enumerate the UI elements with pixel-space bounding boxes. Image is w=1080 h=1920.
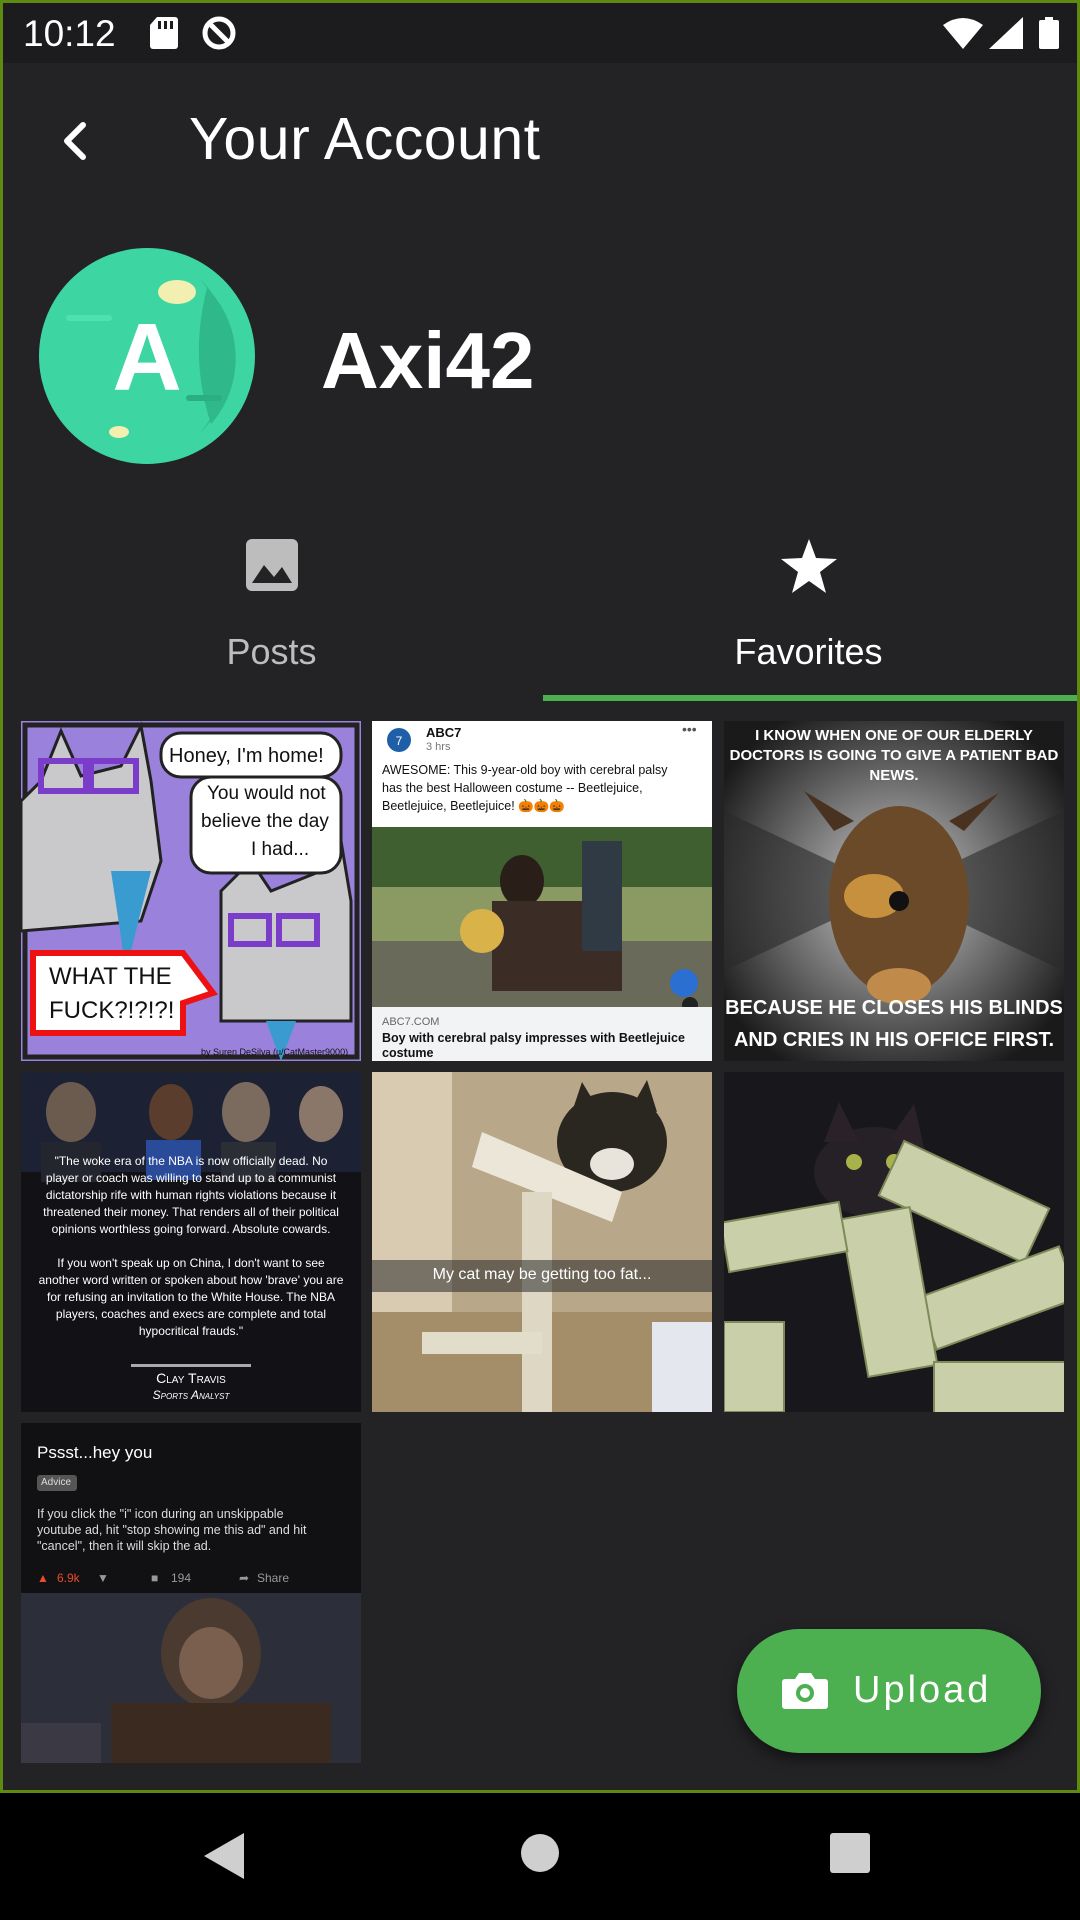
favorite-tile[interactable]: Pssst...hey you Advice If you click the … xyxy=(21,1423,361,1763)
tab-label: Favorites xyxy=(734,631,883,672)
comment-count: 194 xyxy=(171,1571,192,1585)
comic-speech: Honey, I'm home! xyxy=(169,745,324,767)
cat-money-photo xyxy=(724,1072,1064,1412)
favorite-tile[interactable]: 7 ABC7 3 hrs ••• AWESOME: This 9-year-ol… xyxy=(372,721,712,1061)
link-title: Boy with cerebral palsy impresses with B… xyxy=(382,1031,685,1045)
status-time: 10:12 xyxy=(23,13,116,54)
nav-home-button[interactable] xyxy=(520,1833,560,1878)
app-bar: Your Account xyxy=(3,63,1077,213)
reddit-post-image xyxy=(21,1423,361,1763)
page-title: Your Account xyxy=(189,106,541,172)
quote-line: "The woke era of the NBA is now official… xyxy=(54,1154,328,1168)
quote-background-photo xyxy=(21,1072,361,1367)
system-navigation-bar xyxy=(0,1793,1080,1920)
quote-line: If you won't speak up on China, I don't … xyxy=(57,1256,325,1270)
quote-author-title: Sports Analyst xyxy=(152,1388,230,1402)
post-text: AWESOME: This 9-year-old boy with cerebr… xyxy=(382,763,668,777)
cellular-signal-icon xyxy=(989,17,1023,54)
link-title: costume xyxy=(382,1046,434,1060)
meme-top-text: NEWS. xyxy=(869,767,919,784)
comment-icon: ■ xyxy=(151,1571,159,1585)
link-domain: ABC7.COM xyxy=(382,1016,440,1028)
post-body: youtube ad, hit "stop showing me this ad… xyxy=(37,1523,307,1537)
star-icon xyxy=(779,537,839,600)
post-title: Pssst...hey you xyxy=(37,1443,153,1462)
avatar: A xyxy=(39,248,255,464)
avatar-letter: A xyxy=(112,304,181,411)
post-body: "cancel", then it will skip the ad. xyxy=(37,1539,212,1553)
image-icon xyxy=(244,537,300,598)
app-screen: 10:12 Your Account A Axi42 Posts Favorit… xyxy=(0,0,1080,1793)
comic-speech: believe the day xyxy=(201,811,329,832)
nav-recents-button[interactable] xyxy=(830,1833,870,1878)
post-text: has the best Halloween costume -- Beetle… xyxy=(382,781,643,795)
comic-speech: WHAT THE xyxy=(49,963,172,990)
nav-back-button[interactable] xyxy=(204,1833,244,1884)
comic-speech: I had... xyxy=(251,839,310,860)
downvote-icon: ▼ xyxy=(97,1571,109,1585)
username: Axi42 xyxy=(321,316,535,405)
quote-author: Clay Travis xyxy=(156,1370,226,1386)
quote-line: threatened their money. That renders all… xyxy=(43,1205,339,1219)
favorite-tile[interactable]: My cat may be getting too fat... xyxy=(372,1072,712,1412)
fat-cat-photo xyxy=(372,1072,712,1412)
favorite-tile[interactable] xyxy=(724,1072,1064,1412)
tab-indicator xyxy=(543,695,1077,701)
comic-speech: You would not xyxy=(207,783,326,804)
quote-line: hypocritical frauds." xyxy=(138,1324,244,1338)
photo-caption: My cat may be getting too fat... xyxy=(432,1266,652,1283)
tab-label: Posts xyxy=(226,631,317,672)
camera-icon xyxy=(782,1673,828,1709)
tab-posts[interactable]: Posts xyxy=(3,523,540,703)
wifi-icon xyxy=(943,17,983,54)
back-button[interactable] xyxy=(49,113,105,169)
sync-off-icon xyxy=(201,15,237,56)
favorite-tile[interactable]: Honey, I'm home! You would not believe t… xyxy=(21,721,361,1061)
post-text: Beetlejuice, Beetlejuice! 🎃🎃🎃 xyxy=(382,799,565,813)
quote-line: for refusing an invitation to the White … xyxy=(47,1290,335,1304)
upload-button[interactable]: Upload xyxy=(737,1629,1041,1753)
share-label: Share xyxy=(257,1571,290,1585)
upvote-icon: ▲ xyxy=(37,1571,49,1585)
comic-credit: by Suren DeSilva (u/CatMaster9000) xyxy=(201,1047,349,1057)
share-icon: ➦ xyxy=(239,1571,250,1585)
tab-favorites[interactable]: Favorites xyxy=(540,523,1077,703)
circle-home-icon xyxy=(521,1834,559,1872)
meme-top-text: I KNOW WHEN ONE OF OUR ELDERLY xyxy=(755,727,1033,744)
meme-bottom-text: BECAUSE HE CLOSES HIS BLINDS xyxy=(725,997,1063,1019)
battery-icon xyxy=(1039,17,1059,54)
more-icon: ••• xyxy=(682,721,697,737)
triangle-back-icon xyxy=(204,1833,244,1879)
quote-line: dictatorship rife with human rights viol… xyxy=(45,1188,337,1202)
post-time: 3 hrs xyxy=(426,741,451,753)
post-body: If you click the "i" icon during an unsk… xyxy=(37,1507,284,1521)
quote-line: player or coach was willing to stand up … xyxy=(45,1171,337,1185)
upload-label: Upload xyxy=(853,1669,992,1711)
post-flair: Advice xyxy=(41,1477,72,1488)
svg-text:7: 7 xyxy=(396,734,403,748)
meme-bottom-text: AND CRIES IN HIS OFFICE FIRST. xyxy=(733,1029,1055,1051)
comic-speech: FUCK?!?!?! xyxy=(49,997,175,1024)
quote-line: players, coaches and execs are complete … xyxy=(55,1307,327,1321)
upvote-count: 6.9k xyxy=(57,1571,80,1585)
arrow-back-icon xyxy=(64,122,86,160)
square-recents-icon xyxy=(830,1833,870,1873)
favorite-tile[interactable]: I KNOW WHEN ONE OF OUR ELDERLY DOCTORS I… xyxy=(724,721,1064,1061)
quote-line: another word written or spoken about how… xyxy=(38,1273,344,1287)
sd-card-icon xyxy=(149,17,179,54)
abc7-logo-icon: 7 xyxy=(387,728,411,752)
quote-line: opinions worthless going forward. Absolu… xyxy=(51,1222,331,1236)
favorite-tile[interactable]: "The woke era of the NBA is now official… xyxy=(21,1072,361,1412)
meme-top-text: DOCTORS IS GOING TO GIVE A PATIENT BAD xyxy=(729,747,1059,764)
status-bar: 10:12 xyxy=(3,3,1077,63)
post-source: ABC7 xyxy=(426,725,462,740)
